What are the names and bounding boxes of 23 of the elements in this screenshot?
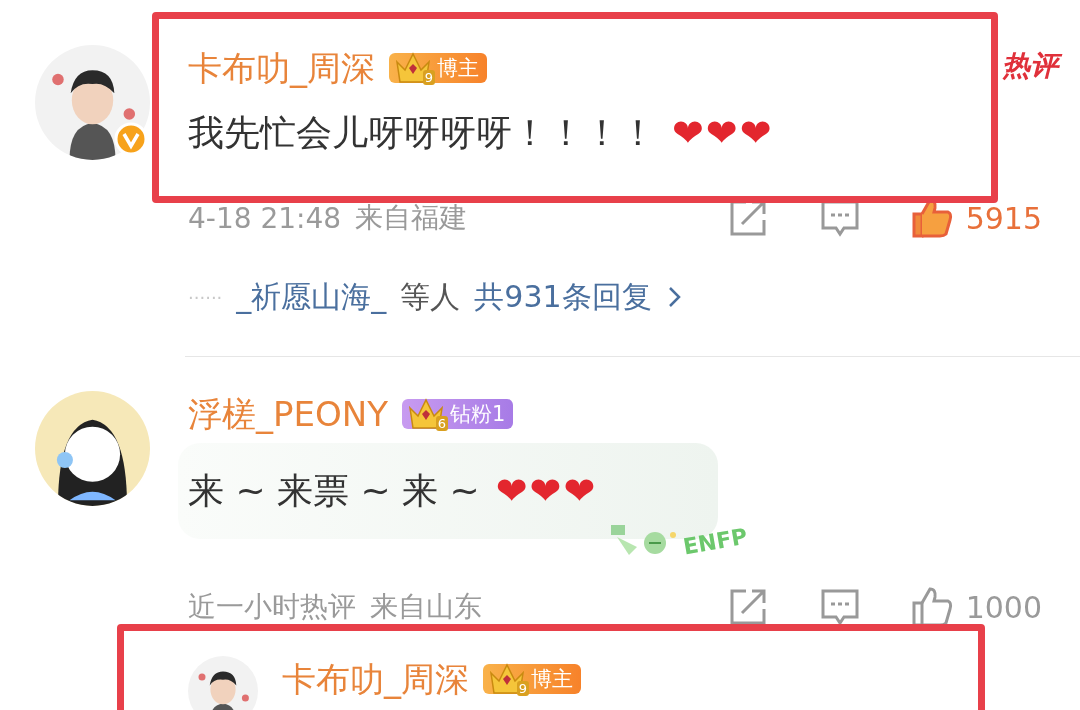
heart-emoji: ❤ bbox=[705, 111, 738, 155]
like-count: 1000 bbox=[965, 589, 1042, 625]
dots: ······ bbox=[188, 286, 223, 308]
username[interactable]: 卡布叻_周深 bbox=[282, 657, 469, 701]
comment-text: 来 ~ 来票 ~ 来 ~ bbox=[188, 468, 480, 513]
comment-time: 4-18 21:48 bbox=[188, 201, 342, 235]
comment-text: 我先忙会儿呀呀呀呀！！！！ bbox=[188, 110, 656, 155]
heart-emoji: ❤ bbox=[739, 111, 772, 155]
reply-user-link[interactable]: _祈愿山海_ bbox=[236, 276, 387, 318]
username[interactable]: 卡布叻_周深 bbox=[188, 46, 375, 90]
like-count: 5915 bbox=[965, 200, 1042, 236]
username[interactable]: 浮槎_PEONY bbox=[188, 392, 388, 436]
heart-emoji: ❤ bbox=[672, 111, 704, 155]
reply-count-link[interactable]: 共931条回复 bbox=[474, 276, 652, 318]
heart-emoji: ❤ bbox=[529, 469, 562, 513]
reply-suffix: 等人 bbox=[400, 277, 461, 316]
hot-comment-tag: 热评 bbox=[998, 48, 1066, 84]
sticker-label: ENFP bbox=[681, 523, 750, 559]
heart-emoji: ❤ bbox=[563, 469, 596, 513]
comment-location: 来自福建 bbox=[355, 200, 468, 236]
heart-emoji: ❤ bbox=[495, 469, 528, 513]
comment-time: 近一小时热评 bbox=[188, 589, 356, 625]
comment-location: 来自山东 bbox=[370, 589, 482, 625]
